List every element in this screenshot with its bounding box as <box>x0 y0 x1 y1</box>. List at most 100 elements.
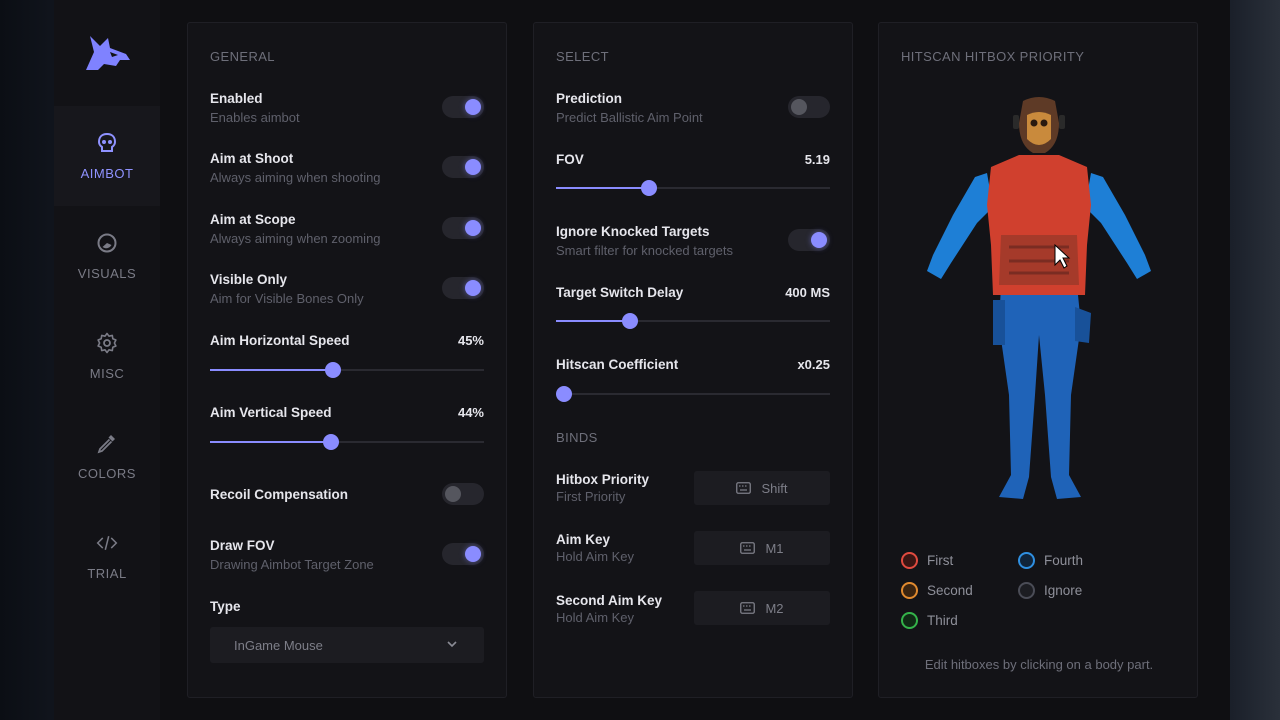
aim-key-key: M1 <box>765 540 784 556</box>
legend-second[interactable]: Second <box>901 582 973 599</box>
app-window: AIMBOT VISUALS MISC COLORS TRIAL GENERAL… <box>54 0 1230 720</box>
hitscan-coeff-value: x0.25 <box>797 357 830 372</box>
ignore-knocked-toggle[interactable] <box>788 229 830 251</box>
hitscan-coeff-slider[interactable] <box>556 386 830 402</box>
legend-third[interactable]: Third <box>901 612 958 629</box>
legend-fourth[interactable]: Fourth <box>1018 552 1083 569</box>
general-panel: GENERAL Enabled Enables aimbot Aim at Sh… <box>187 22 507 698</box>
legend-first[interactable]: First <box>901 552 953 569</box>
legend-ignore-label: Ignore <box>1044 583 1083 598</box>
vertical-speed-value: 44% <box>457 405 484 420</box>
nav-trial-label: TRIAL <box>87 565 127 581</box>
enabled-title: Enabled <box>210 91 263 106</box>
gear-icon <box>96 332 118 354</box>
type-select[interactable]: InGame Mouse <box>210 627 484 663</box>
hitscan-coeff-title: Hitscan Coefficient <box>556 357 679 372</box>
prediction-title: Prediction <box>556 91 623 106</box>
legend-third-dot <box>901 612 918 629</box>
slider-thumb[interactable] <box>322 434 339 450</box>
enabled-toggle[interactable] <box>442 96 484 118</box>
second-aim-key-key: M2 <box>765 600 784 616</box>
fov-slider[interactable] <box>556 180 830 196</box>
aim-key-title: Aim Key <box>556 532 611 547</box>
legend-fourth-label: Fourth <box>1044 553 1084 568</box>
hitbox-legs[interactable] <box>993 285 1091 499</box>
sidebar: AIMBOT VISUALS MISC COLORS TRIAL <box>54 0 160 720</box>
vertical-speed-slider[interactable] <box>210 434 484 450</box>
aim-at-scope-subtitle: Always aiming when zooming <box>210 231 381 246</box>
slider-thumb[interactable] <box>325 362 342 378</box>
aim-key-subtitle: Hold Aim Key <box>556 549 635 564</box>
hitbox-priority-title: Hitbox Priority <box>556 472 650 487</box>
recoil-title: Recoil Compensation <box>210 487 349 502</box>
legend-ignore[interactable]: Ignore <box>1018 582 1082 599</box>
keyboard-icon <box>740 602 756 614</box>
legend-first-label: First <box>927 553 954 568</box>
nav-colors[interactable]: COLORS <box>54 406 160 506</box>
legend-ignore-dot <box>1018 582 1035 599</box>
nav-aimbot-label: AIMBOT <box>80 165 134 181</box>
select-panel: SELECT Prediction Predict Ballistic Aim … <box>533 22 853 698</box>
nav-visuals-label: VISUALS <box>77 265 137 281</box>
hitbox-torso[interactable] <box>987 155 1091 295</box>
slider-thumb[interactable] <box>556 386 572 402</box>
legend-second-label: Second <box>927 583 973 598</box>
switch-delay-title: Target Switch Delay <box>556 285 684 300</box>
hitbox-priority-bind-button[interactable]: Shift <box>694 471 830 505</box>
hitbox-priority-subtitle: First Priority <box>556 489 626 504</box>
aim-at-scope-title: Aim at Scope <box>210 212 296 227</box>
second-aim-key-bind-button[interactable]: M2 <box>694 591 830 625</box>
prediction-subtitle: Predict Ballistic Aim Point <box>556 110 703 125</box>
nav-misc[interactable]: MISC <box>54 306 160 406</box>
draw-fov-subtitle: Drawing Aimbot Target Zone <box>210 557 374 572</box>
visible-only-title: Visible Only <box>210 272 288 287</box>
nav-visuals[interactable]: VISUALS <box>54 206 160 306</box>
visible-only-toggle[interactable] <box>442 277 484 299</box>
draw-fov-toggle[interactable] <box>442 543 484 565</box>
legend-second-dot <box>901 582 918 599</box>
aim-at-shoot-title: Aim at Shoot <box>210 151 294 166</box>
aim-key-bind-button[interactable]: M1 <box>694 531 830 565</box>
nav-trial[interactable]: TRIAL <box>54 506 160 606</box>
general-title: GENERAL <box>210 49 275 64</box>
hitbox-title: HITSCAN HITBOX PRIORITY <box>901 49 1085 64</box>
hitbox-head[interactable] <box>1013 97 1065 153</box>
slider-thumb[interactable] <box>641 180 658 196</box>
legend-fourth-dot <box>1018 552 1035 569</box>
recoil-toggle[interactable] <box>442 483 484 505</box>
fov-title: FOV <box>556 152 584 167</box>
second-aim-key-title: Second Aim Key <box>556 593 663 608</box>
character-model <box>927 97 1151 499</box>
keyboard-icon <box>740 542 756 554</box>
switch-delay-slider[interactable] <box>556 313 830 329</box>
wolf-logo-icon <box>86 36 130 70</box>
ignore-knocked-title: Ignore Knocked Targets <box>556 224 710 239</box>
legend-first-dot <box>901 552 918 569</box>
skull-icon <box>96 132 118 154</box>
horizontal-speed-title: Aim Horizontal Speed <box>210 333 350 348</box>
hitbox-panel: HITSCAN HITBOX PRIORITY First Second Thi… <box>878 22 1198 698</box>
eyedropper-icon <box>96 432 118 454</box>
horizontal-speed-value: 45% <box>457 333 484 348</box>
code-icon <box>96 532 118 554</box>
hitbox-hint: Edit hitboxes by clicking on a body part… <box>924 657 1154 672</box>
vertical-speed-title: Aim Vertical Speed <box>210 405 332 420</box>
legend-third-label: Third <box>927 613 958 628</box>
binds-title: BINDS <box>556 430 598 445</box>
aim-at-scope-toggle[interactable] <box>442 217 484 239</box>
nav-colors-label: COLORS <box>78 465 136 481</box>
second-aim-key-subtitle: Hold Aim Key <box>556 610 635 625</box>
type-select-value: InGame Mouse <box>234 637 323 653</box>
eye-icon <box>96 232 118 254</box>
visible-only-subtitle: Aim for Visible Bones Only <box>210 291 364 306</box>
ignore-knocked-subtitle: Smart filter for knocked targets <box>556 243 734 258</box>
slider-thumb[interactable] <box>621 313 638 329</box>
select-title: SELECT <box>556 49 609 64</box>
fov-value: 5.19 <box>804 152 830 167</box>
switch-delay-value: 400 MS <box>785 285 830 300</box>
chevron-down-icon <box>447 641 457 648</box>
nav-aimbot[interactable]: AIMBOT <box>54 106 160 206</box>
prediction-toggle[interactable] <box>788 96 830 118</box>
horizontal-speed-slider[interactable] <box>210 362 484 378</box>
aim-at-shoot-toggle[interactable] <box>442 156 484 178</box>
